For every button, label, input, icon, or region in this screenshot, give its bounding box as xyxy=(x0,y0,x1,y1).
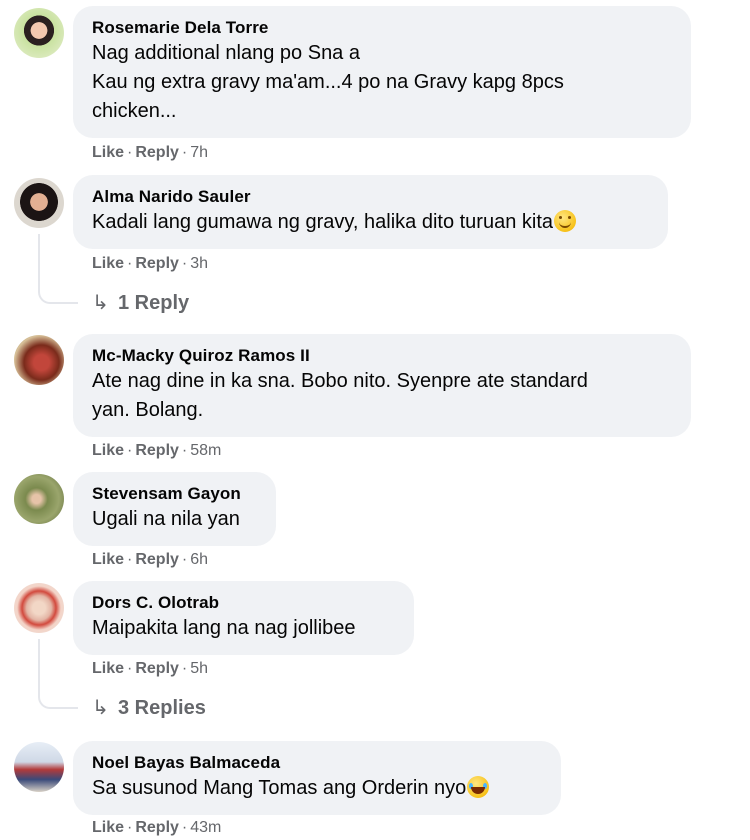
like-button[interactable]: Like xyxy=(92,660,124,677)
comment-actions: Like · Reply · 43m xyxy=(92,818,221,838)
comment-bubble: Noel Bayas Balmaceda Sa susunod Mang Tom… xyxy=(73,741,561,815)
avatar[interactable] xyxy=(14,474,64,524)
replies-count[interactable]: 1 Reply xyxy=(118,292,189,314)
comment-bubble: Mc-Macky Quiroz Ramos II Ate nag dine in… xyxy=(73,334,691,437)
separator-dot: · xyxy=(181,255,188,272)
like-button[interactable]: Like xyxy=(92,255,124,272)
comment-text: Kadali lang gumawa ng gravy, halika dito… xyxy=(92,211,554,233)
separator-dot: · xyxy=(181,551,188,568)
separator-dot: · xyxy=(127,551,133,568)
like-button[interactable]: Like xyxy=(92,819,124,836)
avatar[interactable] xyxy=(14,742,64,792)
comment-text-line: Ate nag dine in ka sna. Bobo nito. Syenp… xyxy=(92,370,588,392)
comment-bubble: Rosemarie Dela Torre Nag additional nlan… xyxy=(73,6,691,138)
comment-bubble: Dors C. Olotrab Maipakita lang na nag jo… xyxy=(73,581,414,655)
comment-time[interactable]: 3h xyxy=(190,255,208,272)
separator-dot: · xyxy=(181,819,188,836)
view-replies-link[interactable]: ↳ 3 Replies xyxy=(92,696,206,720)
thread-line xyxy=(38,639,78,709)
comment-author[interactable]: Rosemarie Dela Torre xyxy=(92,17,671,39)
comment-actions: Like · Reply · 6h xyxy=(92,550,208,570)
comment-author[interactable]: Stevensam Gayon xyxy=(92,483,256,505)
like-button[interactable]: Like xyxy=(92,551,124,568)
comment-author[interactable]: Alma Narido Sauler xyxy=(92,186,648,208)
reply-button[interactable]: Reply xyxy=(135,551,179,568)
separator-dot: · xyxy=(181,442,188,459)
comment-text-line: Kau ng extra gravy ma'am...4 po na Gravy… xyxy=(92,71,564,93)
comment-actions: Like · Reply · 7h xyxy=(92,143,208,163)
separator-dot: · xyxy=(181,144,188,161)
reply-button[interactable]: Reply xyxy=(135,442,179,459)
comment-author[interactable]: Dors C. Olotrab xyxy=(92,592,394,614)
comment-time[interactable]: 6h xyxy=(190,551,208,568)
comment-text-line: Nag additional nlang po Sna a xyxy=(92,42,360,64)
comment-bubble: Alma Narido Sauler Kadali lang gumawa ng… xyxy=(73,175,668,249)
avatar[interactable] xyxy=(14,178,64,228)
avatar[interactable] xyxy=(14,335,64,385)
comment-text-line: chicken... xyxy=(92,100,177,122)
comment-author[interactable]: Mc-Macky Quiroz Ramos II xyxy=(92,345,671,367)
comment-actions: Like · Reply · 58m xyxy=(92,441,221,461)
reply-arrow-icon: ↳ xyxy=(92,697,109,719)
comment-actions: Like · Reply · 5h xyxy=(92,659,208,679)
separator-dot: · xyxy=(127,660,133,677)
comment-time[interactable]: 58m xyxy=(190,442,221,459)
like-button[interactable]: Like xyxy=(92,144,124,161)
separator-dot: · xyxy=(127,255,133,272)
comment-time[interactable]: 7h xyxy=(190,144,208,161)
reply-button[interactable]: Reply xyxy=(135,660,179,677)
smiling-face-emoji-icon xyxy=(554,210,577,232)
reply-button[interactable]: Reply xyxy=(135,144,179,161)
separator-dot: · xyxy=(181,660,188,677)
laughing-tears-emoji-icon xyxy=(467,776,490,798)
separator-dot: · xyxy=(127,442,133,459)
comment-actions: Like · Reply · 3h xyxy=(92,254,208,274)
comment-text-line: Ugali na nila yan xyxy=(92,508,240,530)
view-replies-link[interactable]: ↳ 1 Reply xyxy=(92,291,189,315)
like-button[interactable]: Like xyxy=(92,442,124,459)
comment-text-line: yan. Bolang. xyxy=(92,399,204,421)
comment-bubble: Stevensam Gayon Ugali na nila yan xyxy=(73,472,276,546)
avatar[interactable] xyxy=(14,8,64,58)
replies-count[interactable]: 3 Replies xyxy=(118,697,206,719)
separator-dot: · xyxy=(127,144,133,161)
comment-text-line: Sa susunod Mang Tomas ang Orderin nyo xyxy=(92,774,541,803)
comment-author[interactable]: Noel Bayas Balmaceda xyxy=(92,752,541,774)
comment-text-line: Maipakita lang na nag jollibee xyxy=(92,617,356,639)
reply-button[interactable]: Reply xyxy=(135,255,179,272)
avatar[interactable] xyxy=(14,583,64,633)
separator-dot: · xyxy=(127,819,133,836)
comment-text-line: Kadali lang gumawa ng gravy, halika dito… xyxy=(92,208,648,237)
comment-text: Sa susunod Mang Tomas ang Orderin nyo xyxy=(92,777,467,799)
reply-arrow-icon: ↳ xyxy=(92,292,109,314)
thread-line xyxy=(38,234,78,304)
reply-button[interactable]: Reply xyxy=(135,819,179,836)
comment-time[interactable]: 43m xyxy=(190,819,221,836)
comment-time[interactable]: 5h xyxy=(190,660,208,677)
